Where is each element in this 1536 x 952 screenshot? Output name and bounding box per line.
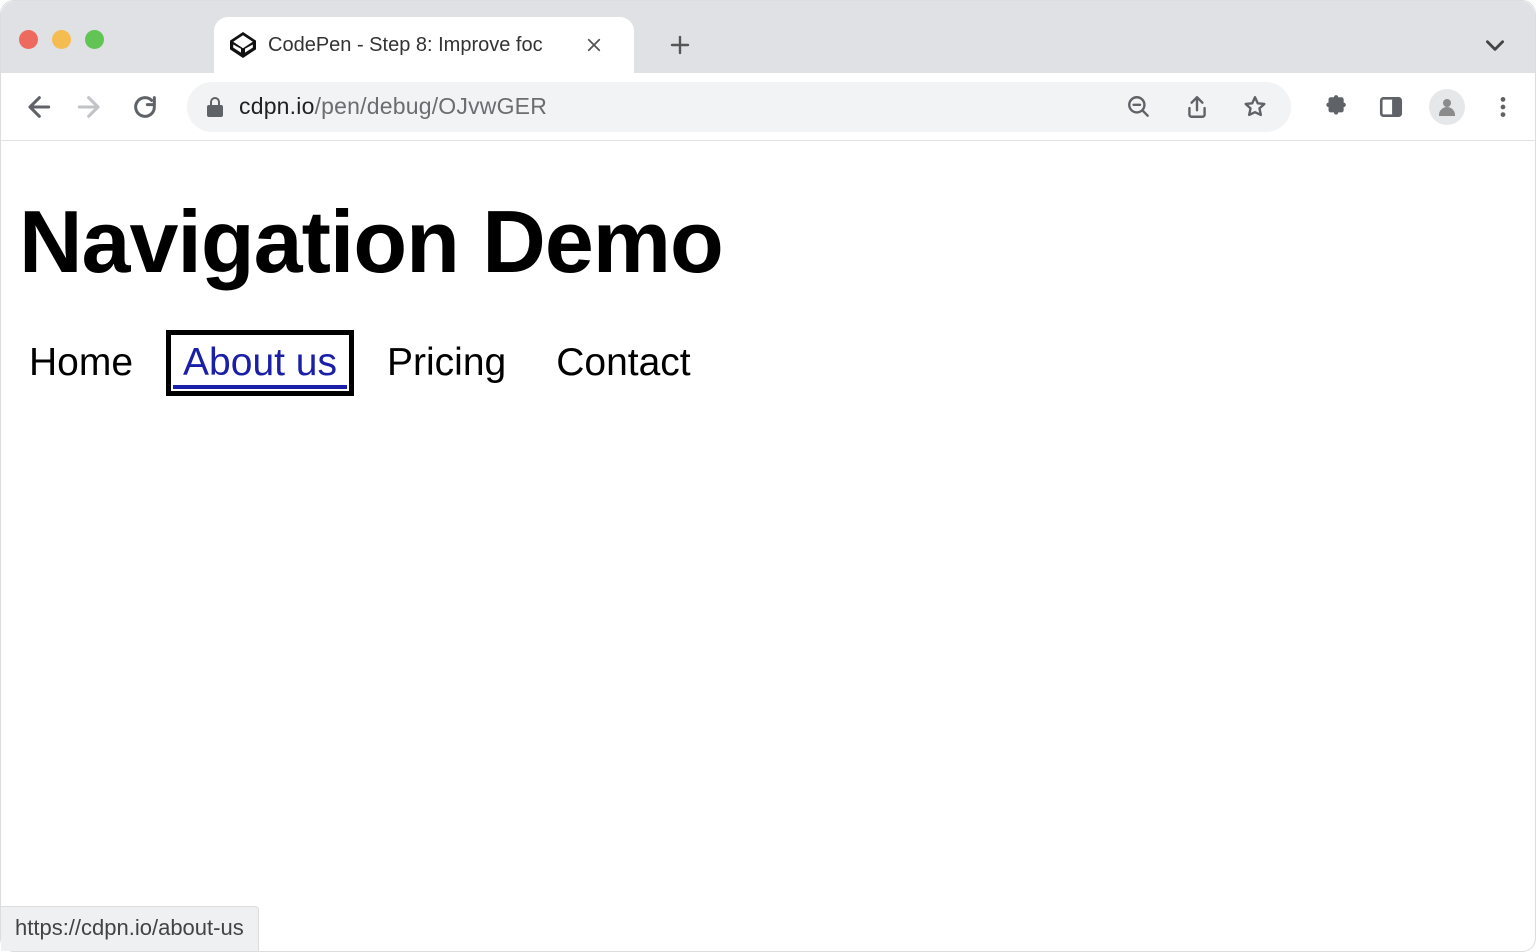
browser-toolbar: cdpn.io/pen/debug/OJvwGER [1, 73, 1535, 141]
lock-icon [205, 96, 225, 118]
forward-button[interactable] [69, 85, 113, 129]
back-button[interactable] [15, 85, 59, 129]
fullscreen-window-button[interactable] [85, 30, 104, 49]
window-controls [19, 30, 104, 49]
url-text: cdpn.io/pen/debug/OJvwGER [239, 93, 547, 120]
new-tab-button[interactable] [658, 23, 702, 67]
reload-button[interactable] [123, 85, 167, 129]
kebab-menu-icon[interactable] [1485, 89, 1521, 125]
sidepanel-icon[interactable] [1373, 89, 1409, 125]
bookmark-star-icon[interactable] [1237, 89, 1273, 125]
share-icon[interactable] [1179, 89, 1215, 125]
browser-tab[interactable]: CodePen - Step 8: Improve foc [214, 17, 634, 73]
nav-link-contact[interactable]: Contact [546, 337, 700, 389]
demo-nav: Home About us Pricing Contact [19, 337, 1517, 389]
tab-title: CodePen - Step 8: Improve foc [268, 34, 568, 57]
omnibox-actions [1121, 89, 1273, 125]
close-window-button[interactable] [19, 30, 38, 49]
minimize-window-button[interactable] [52, 30, 71, 49]
url-path: /pen/debug/OJvwGER [315, 93, 547, 119]
tab-strip: CodePen - Step 8: Improve foc [1, 1, 1535, 73]
toolbar-right [1317, 89, 1521, 125]
browser-chrome: CodePen - Step 8: Improve foc cdpn [1, 1, 1535, 141]
status-bar: https://cdpn.io/about-us [1, 906, 259, 951]
page-title: Navigation Demo [19, 191, 1517, 293]
address-bar[interactable]: cdpn.io/pen/debug/OJvwGER [187, 82, 1291, 132]
page-content: Navigation Demo Home About us Pricing Co… [1, 141, 1535, 407]
zoom-out-icon[interactable] [1121, 89, 1157, 125]
nav-link-about-us[interactable]: About us [173, 337, 347, 389]
url-host: cdpn.io [239, 93, 315, 119]
close-tab-button[interactable] [580, 31, 608, 59]
tabs-overflow-button[interactable] [1473, 23, 1517, 67]
profile-avatar[interactable] [1429, 89, 1465, 125]
codepen-icon [230, 32, 256, 58]
nav-link-home[interactable]: Home [19, 337, 143, 389]
nav-link-pricing[interactable]: Pricing [377, 337, 516, 389]
extensions-icon[interactable] [1317, 89, 1353, 125]
